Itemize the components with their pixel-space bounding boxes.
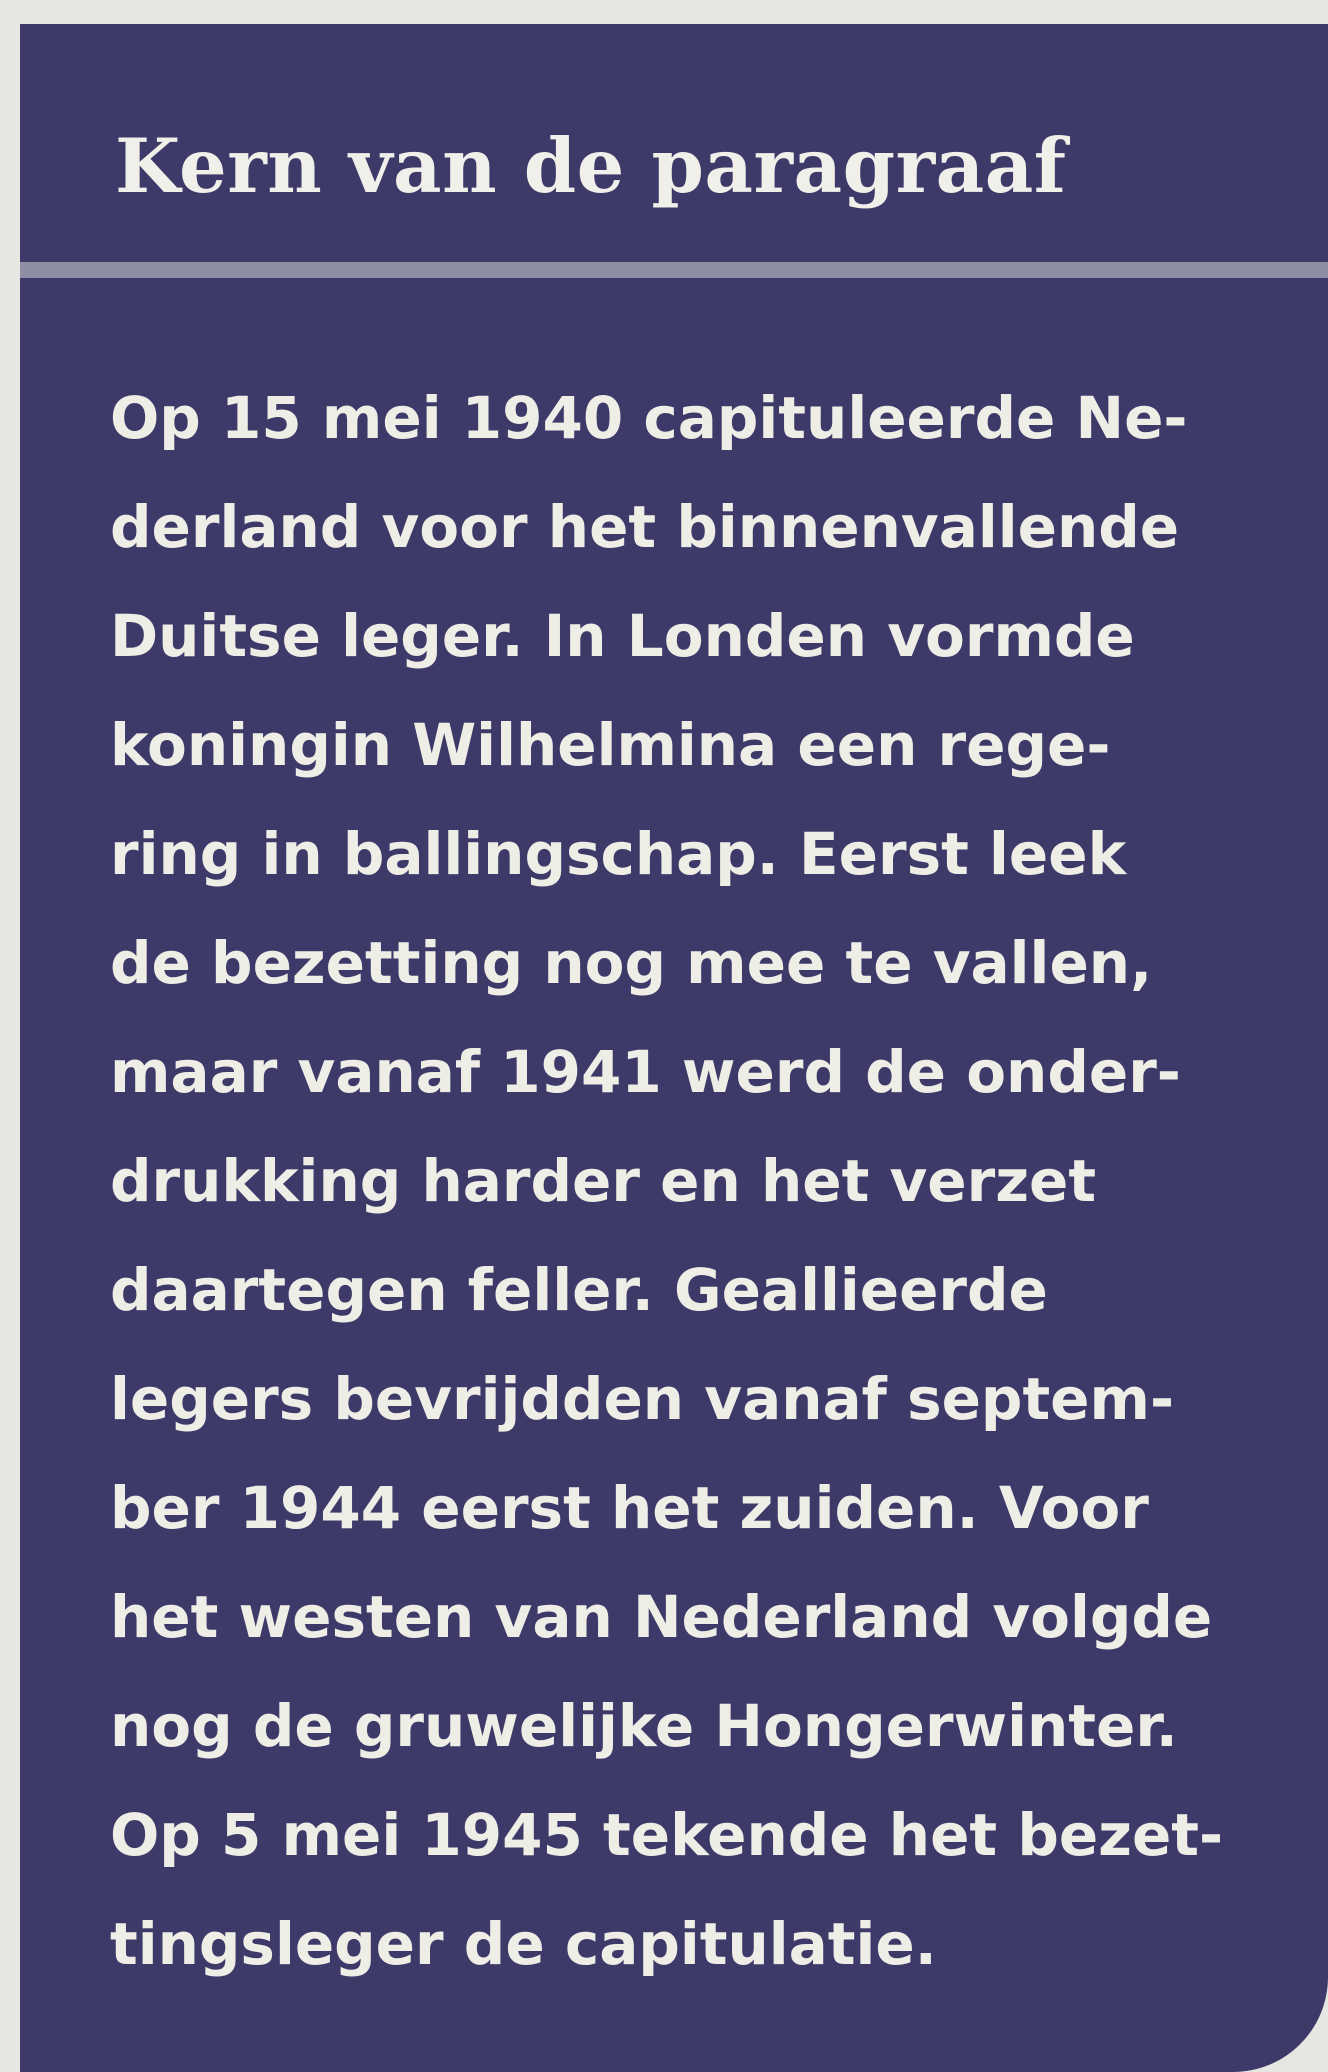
summary-box: Kern van de paragraaf Op 15 mei 1940 cap… <box>20 24 1328 2072</box>
text-line: daartegen feller. Geallieerde <box>110 1256 1048 1324</box>
text-line: tingsleger de capitulatie. <box>110 1910 937 1978</box>
text-line: maar vanaf 1941 werd de onder- <box>110 1038 1181 1106</box>
text-line: koningin Wilhelmina een rege- <box>110 711 1111 779</box>
text-line: derland voor het binnenvallende <box>110 493 1180 561</box>
text-line: Op 5 mei 1945 tekende het bezet- <box>110 1801 1224 1869</box>
text-line: nog de gruwelijke Hongerwinter. <box>110 1692 1178 1760</box>
text-line: de bezetting nog mee te vallen, <box>110 929 1153 997</box>
text-line: legers bevrijdden vanaf septem- <box>110 1365 1175 1433</box>
summary-text: Op 15 mei 1940 capituleerde Ne- derland … <box>110 364 1290 1999</box>
text-line: het westen van Nederland volgde <box>110 1583 1213 1651</box>
text-line: Op 15 mei 1940 capituleerde Ne- <box>110 384 1188 452</box>
title-divider <box>20 262 1328 278</box>
text-line: Duitse leger. In Londen vormde <box>110 602 1135 670</box>
text-line: ber 1944 eerst het zuiden. Voor <box>110 1474 1149 1542</box>
text-line: ring in ballingschap. Eerst leek <box>110 820 1127 888</box>
text-line: drukking harder en het verzet <box>110 1147 1097 1215</box>
box-title: Kern van de paragraaf <box>115 122 1067 210</box>
